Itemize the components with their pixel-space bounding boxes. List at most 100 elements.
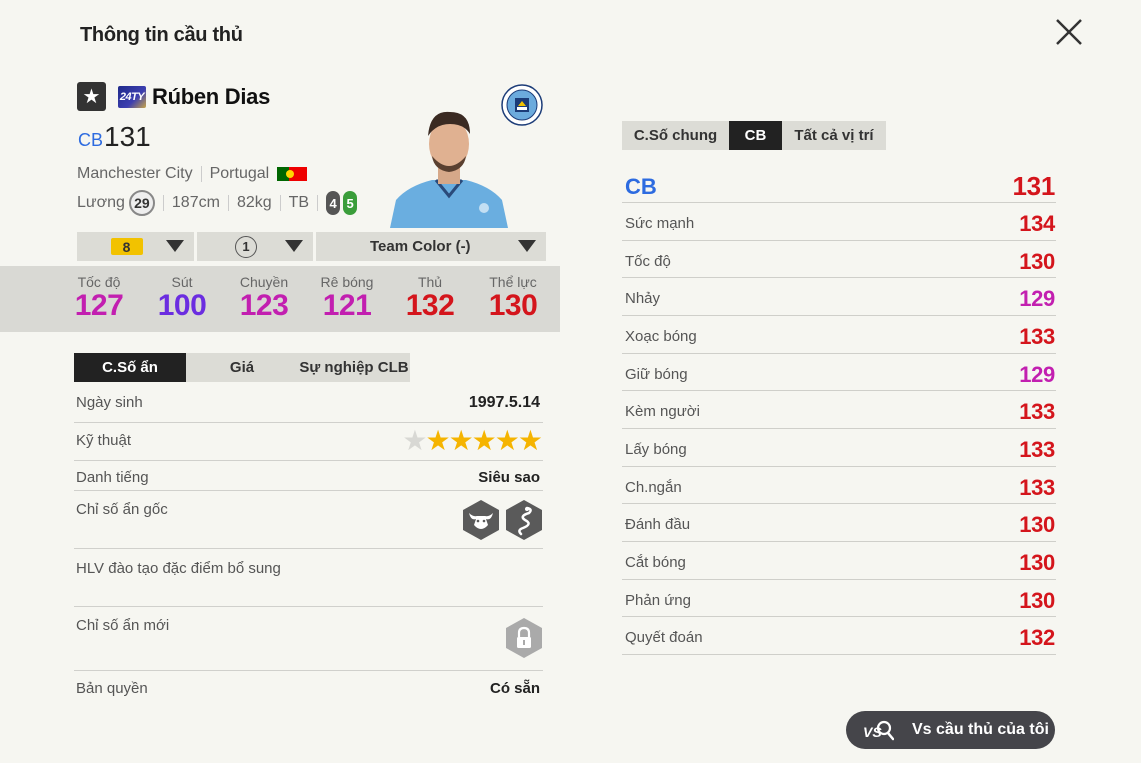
body-type: TB	[288, 194, 310, 211]
chevron-down-icon	[285, 240, 303, 252]
attribute-row: Quyết đoán 132	[622, 617, 1056, 655]
attribute-label: Lấy bóng	[625, 440, 687, 458]
skill-stars: ★ ★ ★ ★ ★ ★	[402, 425, 543, 456]
player-portrait	[390, 111, 508, 228]
attribute-header-value: 131	[1012, 171, 1056, 201]
fame-value: Siêu sao	[478, 469, 540, 486]
tab-all-positions[interactable]: Tất cả vị trí	[782, 121, 886, 150]
stat-physical: Thể lực 130	[488, 274, 538, 322]
nation-name: Portugal	[209, 165, 270, 182]
attribute-label: Kèm người	[625, 403, 700, 421]
lock-icon[interactable]	[505, 617, 543, 659]
vs-search-icon: VS	[863, 720, 894, 741]
attribute-label: Cắt bóng	[625, 553, 686, 571]
attribute-row: Đánh đầu 130	[622, 504, 1056, 542]
star-filled-icon: ★	[448, 425, 474, 456]
attribute-row: Phản ứng 130	[622, 580, 1056, 618]
position-label: CB	[78, 130, 104, 150]
attribute-header-row: CB 131	[622, 166, 1056, 203]
coach-row: HLV đào tạo đặc điểm bổ sung	[74, 549, 543, 607]
left-foot-badge: 4	[326, 191, 341, 215]
grade-dropdown[interactable]: 1	[197, 232, 313, 261]
skill-row: Kỹ thuật ★ ★ ★ ★ ★ ★	[74, 423, 543, 461]
stat-pace: Tốc độ 127	[74, 274, 124, 322]
attribute-label: Tốc độ	[625, 252, 671, 270]
attribute-label: Quyết đoán	[625, 629, 703, 647]
star-filled-icon: ★	[471, 425, 497, 456]
star-filled-icon: ★	[494, 425, 520, 456]
fame-row: Danh tiếng Siêu sao	[74, 461, 543, 491]
close-icon[interactable]	[1052, 15, 1086, 49]
portugal-flag-icon	[277, 167, 308, 181]
height: 187cm	[171, 194, 220, 211]
stat-passing: Chuyền 123	[239, 274, 289, 322]
attribute-label: Ch.ngắn	[625, 478, 682, 496]
grade-badge: 1	[235, 235, 257, 258]
snake-icon[interactable]	[505, 499, 543, 541]
info-tabs: C.Số ẩn Giá Sự nghiệp CLB	[74, 353, 410, 382]
tab-price[interactable]: Giá	[186, 353, 298, 382]
coach-label: HLV đào tạo đặc điểm bổ sung	[76, 560, 281, 577]
main-stats-band: Tốc độ 127 Sút 100 Chuyền 123 Rê bóng 12…	[0, 266, 560, 332]
team-color-label: Team Color (-)	[370, 238, 471, 255]
player-name: Rúben Dias	[152, 84, 271, 109]
overall-rating: 131	[104, 121, 151, 152]
attribute-label: Xoạc bóng	[625, 327, 697, 345]
attribute-row: Lấy bóng 133	[622, 429, 1056, 467]
season-badge: 24TY	[118, 86, 146, 108]
salary-label: Lương	[77, 194, 125, 211]
star-icon: ★	[77, 82, 106, 111]
birthday-row: Ngày sinh 1997.5.14	[74, 385, 543, 423]
enhance-level-badge: 8	[110, 238, 143, 255]
traits-row: Chỉ số ẩn gốc	[74, 491, 543, 549]
star-filled-icon: ★	[425, 425, 451, 456]
fame-label: Danh tiếng	[76, 469, 149, 486]
attribute-value: 132	[1019, 625, 1055, 651]
attribute-value: 130	[1019, 549, 1055, 575]
physical-info-line: Lương 29 187cm 82kg TB 4 5	[77, 190, 358, 216]
weight: 82kg	[236, 194, 272, 211]
tab-club-career[interactable]: Sự nghiệp CLB	[298, 353, 410, 382]
club-name: Manchester City	[77, 165, 193, 182]
chevron-down-icon	[166, 240, 184, 252]
enhance-level-dropdown[interactable]: 8	[77, 232, 194, 261]
attribute-tabs: C.Số chung CB Tất cả vị trí	[622, 121, 886, 150]
new-traits-row: Chỉ số ẩn mới	[74, 607, 543, 671]
attribute-value: 133	[1019, 399, 1055, 425]
traits-label: Chỉ số ẩn gốc	[76, 501, 168, 518]
stat-dribbling: Rê bóng 121	[320, 274, 374, 322]
stat-shooting: Sút 100	[157, 274, 207, 322]
star-filled-icon: ★	[517, 425, 543, 456]
attribute-row: Cắt bóng 130	[622, 542, 1056, 580]
attribute-value: 129	[1019, 361, 1055, 387]
stat-defending: Thủ 132	[405, 274, 455, 322]
tab-cb[interactable]: CB	[729, 121, 782, 150]
attribute-value: 130	[1019, 512, 1055, 538]
tab-general-stats[interactable]: C.Số chung	[622, 121, 729, 150]
tab-hidden-stats[interactable]: C.Số ẩn	[74, 353, 186, 382]
attribute-value: 130	[1019, 587, 1055, 613]
star-empty-icon: ★	[402, 425, 428, 456]
salary-badge: 29	[128, 190, 155, 216]
bull-icon[interactable]	[462, 499, 500, 541]
license-label: Bản quyền	[76, 680, 148, 697]
compare-button-label: Vs cầu thủ của tôi	[912, 721, 1049, 738]
license-row: Bản quyền Có sẵn	[74, 671, 543, 707]
attribute-value: 130	[1019, 248, 1055, 274]
license-value: Có sẵn	[489, 680, 540, 697]
attribute-row: Ch.ngắn 133	[622, 467, 1056, 505]
attribute-row: Tốc độ 130	[622, 241, 1056, 279]
attribute-value: 134	[1019, 211, 1055, 236]
attribute-value: 133	[1019, 323, 1055, 349]
compare-player-button[interactable]: VS Vs cầu thủ của tôi	[846, 711, 1055, 749]
page-title: Thông tin cầu thủ	[80, 24, 243, 46]
attribute-header-label: CB	[625, 174, 657, 199]
attribute-label: Đánh đầu	[625, 516, 691, 534]
team-color-dropdown[interactable]: Team Color (-)	[316, 232, 546, 261]
skill-label: Kỹ thuật	[76, 432, 132, 449]
attribute-label: Nhảy	[625, 290, 661, 308]
attribute-label: Sức mạnh	[625, 215, 695, 232]
right-foot-badge: 5	[343, 191, 358, 215]
attribute-row: Xoạc bóng 133	[622, 316, 1056, 354]
attribute-row: Nhảy 129	[622, 278, 1056, 316]
